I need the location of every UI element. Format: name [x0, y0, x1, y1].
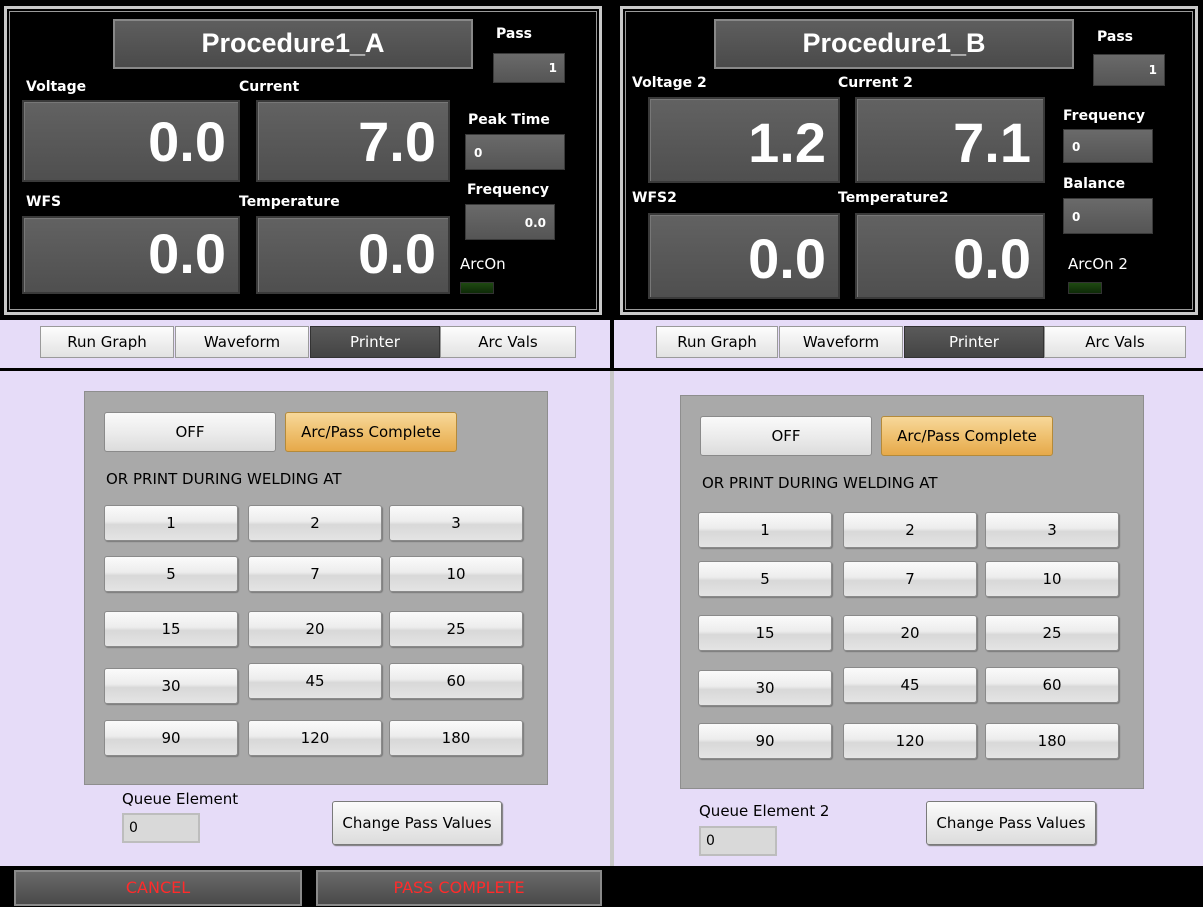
interval-2-button-30[interactable]: 30 [698, 670, 832, 706]
queue-element-label: Queue Element [122, 790, 239, 808]
pass-2-label: Pass [1097, 29, 1133, 45]
wfs-value: 0.0 [22, 216, 240, 294]
tab-waveform-2[interactable]: Waveform [779, 326, 903, 358]
voltage-2-value: 1.2 [648, 97, 840, 183]
current-value: 7.0 [256, 100, 450, 182]
interval-button-2[interactable]: 2 [248, 505, 382, 541]
procedure-a-tab-bar: Run Graph Waveform Printer Arc Vals [0, 320, 610, 368]
tab-arc-vals[interactable]: Arc Vals [440, 326, 576, 358]
interval-button-120[interactable]: 120 [248, 720, 382, 756]
interval-2-button-7[interactable]: 7 [843, 561, 977, 597]
procedure-b-tab-bar: Run Graph Waveform Printer Arc Vals [614, 320, 1203, 368]
frequency-2-label: Frequency [1063, 108, 1145, 124]
temperature-value: 0.0 [256, 216, 450, 294]
temperature2-label: Temperature2 [838, 190, 949, 206]
wfs-label: WFS [26, 194, 62, 210]
interval-button-180[interactable]: 180 [389, 720, 523, 756]
interval-2-button-10[interactable]: 10 [985, 561, 1119, 597]
interval-2-button-90[interactable]: 90 [698, 723, 832, 759]
interval-button-7[interactable]: 7 [248, 556, 382, 592]
tab-run-graph[interactable]: Run Graph [40, 326, 174, 358]
interval-2-button-5[interactable]: 5 [698, 561, 832, 597]
cancel-button[interactable]: CANCEL [14, 870, 302, 906]
queue-element-field[interactable]: 0 [122, 813, 200, 843]
interval-button-10[interactable]: 10 [389, 556, 523, 592]
frequency-2-value: 0 [1063, 129, 1153, 163]
frequency-label: Frequency [467, 182, 549, 198]
print-during-welding-label: OR PRINT DURING WELDING AT [106, 470, 342, 488]
current-label: Current [239, 79, 300, 95]
change-pass-values-button-2[interactable]: Change Pass Values [926, 801, 1096, 845]
balance-label: Balance [1063, 176, 1126, 192]
peak-time-value: 0 [465, 134, 565, 170]
tab-run-graph-2[interactable]: Run Graph [656, 326, 778, 358]
interval-button-25[interactable]: 25 [389, 611, 523, 647]
tab-printer-2[interactable]: Printer [904, 326, 1044, 358]
interval-2-button-20[interactable]: 20 [843, 615, 977, 651]
pass-2-value: 1 [1093, 54, 1165, 86]
pass-label: Pass [496, 26, 532, 42]
tab-printer[interactable]: Printer [310, 326, 440, 358]
interval-2-button-180[interactable]: 180 [985, 723, 1119, 759]
tab-arc-vals-2[interactable]: Arc Vals [1044, 326, 1186, 358]
interval-2-button-3[interactable]: 3 [985, 512, 1119, 548]
print-off-button[interactable]: OFF [104, 412, 276, 452]
tab-waveform[interactable]: Waveform [175, 326, 309, 358]
procedure-a-title: Procedure1_A [113, 19, 473, 69]
interval-button-1[interactable]: 1 [104, 505, 238, 541]
arc-pass-complete-button[interactable]: Arc/Pass Complete [285, 412, 457, 452]
current-2-label: Current 2 [838, 75, 913, 91]
pass-complete-button[interactable]: PASS COMPLETE [316, 870, 602, 906]
queue-element-2-label: Queue Element 2 [699, 802, 830, 820]
wfs2-label: WFS2 [632, 190, 677, 206]
interval-button-15[interactable]: 15 [104, 611, 238, 647]
voltage-label: Voltage [26, 79, 87, 95]
voltage-2-label: Voltage 2 [632, 75, 707, 91]
interval-2-button-45[interactable]: 45 [843, 667, 977, 703]
peak-time-label: Peak Time [468, 112, 550, 128]
interval-button-45[interactable]: 45 [248, 663, 382, 699]
print-off-button-2[interactable]: OFF [700, 416, 872, 456]
balance-value: 0 [1063, 198, 1153, 234]
change-pass-values-button[interactable]: Change Pass Values [332, 801, 502, 845]
interval-button-30[interactable]: 30 [104, 668, 238, 704]
arcon-led-indicator [460, 282, 494, 294]
interval-2-button-60[interactable]: 60 [985, 667, 1119, 703]
current-2-value: 7.1 [855, 97, 1045, 183]
interval-button-5[interactable]: 5 [104, 556, 238, 592]
interval-2-button-2[interactable]: 2 [843, 512, 977, 548]
print-during-welding-label-2: OR PRINT DURING WELDING AT [702, 474, 938, 492]
voltage-value: 0.0 [22, 100, 240, 182]
arcon-label: ArcOn [460, 255, 506, 273]
arcon-2-label: ArcOn 2 [1068, 255, 1128, 273]
procedure-b-title: Procedure1_B [714, 19, 1074, 69]
interval-2-button-1[interactable]: 1 [698, 512, 832, 548]
interval-2-button-120[interactable]: 120 [843, 723, 977, 759]
interval-button-20[interactable]: 20 [248, 611, 382, 647]
interval-2-button-25[interactable]: 25 [985, 615, 1119, 651]
queue-element-2-field[interactable]: 0 [699, 826, 777, 856]
interval-2-button-15[interactable]: 15 [698, 615, 832, 651]
interval-button-3[interactable]: 3 [389, 505, 523, 541]
temperature2-value: 0.0 [855, 213, 1045, 299]
wfs2-value: 0.0 [648, 213, 840, 299]
interval-button-60[interactable]: 60 [389, 663, 523, 699]
frequency-value: 0.0 [465, 204, 555, 240]
interval-button-90[interactable]: 90 [104, 720, 238, 756]
pass-value: 1 [493, 53, 565, 83]
arcon-2-led-indicator [1068, 282, 1102, 294]
arc-pass-complete-button-2[interactable]: Arc/Pass Complete [881, 416, 1053, 456]
temperature-label: Temperature [239, 194, 340, 210]
